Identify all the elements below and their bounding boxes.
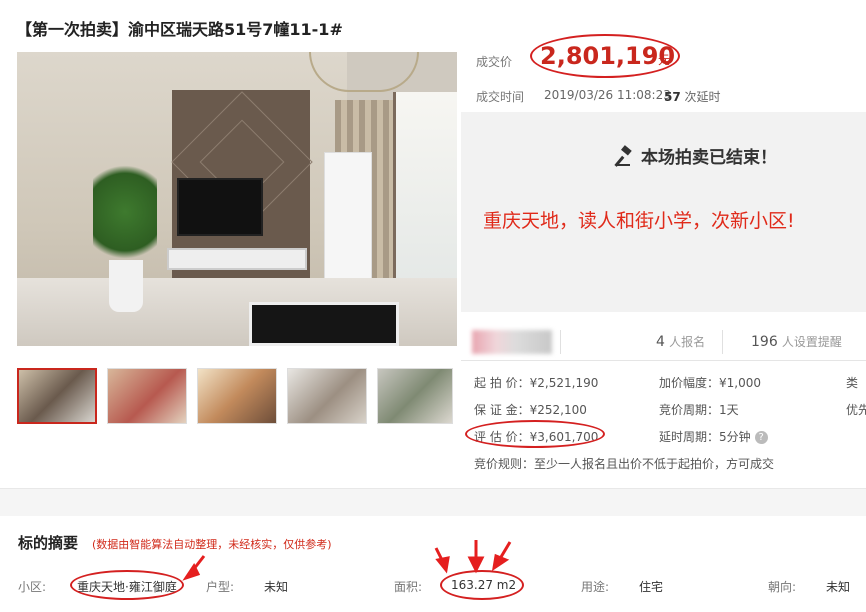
arrow-community — [188, 555, 206, 575]
page-title: 【第一次拍卖】渝中区瑞天路51号7幢11-1# — [16, 20, 343, 39]
signup-count: 4 人报名 — [656, 334, 706, 350]
thumbnail-5[interactable] — [377, 368, 453, 424]
deposit: 保 证 金：¥252,100 — [474, 403, 587, 417]
gavel-icon — [614, 145, 632, 167]
delay-cycle: 延时周期：5分钟? — [659, 428, 768, 445]
arrowhead-area-left — [435, 556, 450, 574]
price-highlight-circle — [530, 34, 680, 78]
arrow-area-right — [496, 541, 512, 563]
community-label: 小区: — [18, 580, 47, 594]
area-label: 面积: — [394, 580, 423, 594]
thumbnail-strip — [17, 368, 463, 424]
area-highlight-circle — [440, 570, 524, 600]
thumbnail-4[interactable] — [287, 368, 367, 424]
main-photo[interactable]: 🔍 — [17, 52, 457, 346]
handwritten-annotation: 重庆天地，读人和街小学，次新小区! — [483, 210, 795, 232]
orientation-label: 朝向: — [768, 580, 797, 594]
delay-count: 57 次延时 — [664, 90, 721, 104]
orientation-value: 未知 — [826, 580, 851, 594]
blurred-avatar — [472, 330, 552, 354]
deal-price-label: 成交价 — [476, 55, 513, 69]
remind-count: 196 人设置提醒 — [751, 334, 842, 350]
layout-label: 户型: — [206, 580, 235, 594]
arrowhead-community — [182, 563, 201, 581]
layout-value: 未知 — [264, 580, 289, 594]
deal-time-label: 成交时间 — [476, 90, 525, 104]
arrowhead-area-middle — [467, 556, 485, 574]
deal-time: 2019/03/26 11:08:23 — [544, 88, 671, 102]
community-highlight-circle — [70, 570, 184, 600]
appraisal-highlight-circle — [465, 420, 605, 448]
arrow-area-left — [434, 547, 446, 565]
auction-ended-text: 本场拍卖已结束！ — [641, 148, 777, 168]
bid-cycle: 竞价周期：1天 — [659, 403, 739, 417]
arrowhead-area-right — [491, 553, 510, 572]
help-icon[interactable]: ? — [754, 431, 768, 444]
summary-title: 标的摘要 — [18, 534, 79, 552]
summary-note: (数据由智能算法自动整理，未经核实，仅供参考) — [92, 538, 332, 551]
usage-label: 用途: — [581, 580, 610, 594]
bid-rule: 竞价规则：至少一人报名且出价不低于起拍价，方可成交 — [474, 457, 775, 471]
thumbnail-2[interactable] — [107, 368, 187, 424]
side-label-1: 类 — [846, 376, 859, 390]
side-label-2: 优先 — [846, 403, 866, 417]
increment: 加价幅度：¥1,000 — [659, 376, 762, 390]
usage-value: 住宅 — [639, 580, 664, 594]
thumbnail-3[interactable] — [197, 368, 277, 424]
thumbnail-1[interactable] — [17, 368, 97, 424]
start-price: 起 拍 价：¥2,521,190 — [474, 376, 599, 390]
